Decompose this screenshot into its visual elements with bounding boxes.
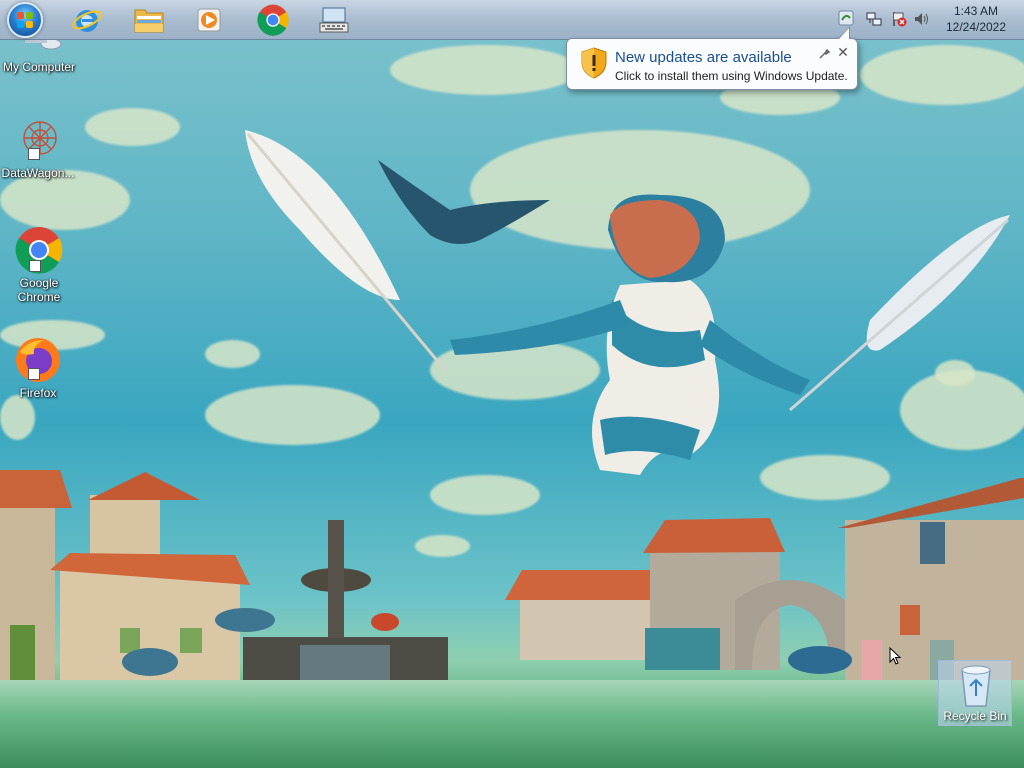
desktop-icon-label: DataWagon... [1, 166, 75, 180]
clock-time: 1:43 AM [953, 4, 999, 18]
tray-volume[interactable] [914, 11, 930, 27]
clock-date: 12/24/2022 [945, 20, 1007, 34]
action-center-icon [893, 12, 907, 27]
taskbar-clock[interactable]: 1:43 AM 12/24/2022 [936, 3, 1016, 35]
notification-body: Click to install them using Windows Upda… [615, 69, 848, 83]
notification-title: New updates are available [615, 49, 792, 66]
close-icon[interactable]: ✕ [835, 44, 851, 60]
shortcut-arrow-icon [28, 148, 40, 160]
desktop-icon-label: My Computer [2, 60, 76, 74]
tray-action-center[interactable] [891, 11, 907, 27]
desktop-icon-label: Firefox [19, 386, 57, 400]
internet-explorer-icon [72, 10, 102, 32]
windows-flag-icon [17, 12, 33, 28]
desktop-icon-label: Google Chrome [17, 276, 61, 304]
wrench-icon[interactable] [817, 47, 831, 61]
shortcut-arrow-icon [29, 260, 41, 272]
folder-icon [134, 9, 164, 33]
desktop-wallpaper [0, 0, 1024, 768]
update-notification[interactable]: New updates are available Click to insta… [566, 38, 858, 90]
desktop-icon-firefox[interactable]: Firefox [0, 336, 76, 400]
computer-icon [25, 38, 62, 50]
shortcut-arrow-icon [28, 368, 40, 380]
volume-icon [915, 13, 928, 25]
desktop-icon-datawagon[interactable]: DataWagon... [0, 116, 76, 180]
desktop-icon-google-chrome[interactable]: Google Chrome [1, 226, 77, 304]
notification-tail-fill [839, 28, 849, 39]
network-icon [866, 12, 882, 26]
desktop-icon-label: Recycle Bin [943, 709, 1007, 723]
desktop-icon-my-computer[interactable]: My Computer [1, 38, 77, 74]
mouse-cursor-icon [889, 647, 901, 665]
windows-update-icon [838, 10, 854, 26]
taskbar-file-explorer[interactable] [130, 3, 168, 37]
shield-warning-icon [581, 47, 607, 79]
chrome-icon [257, 4, 289, 36]
start-button[interactable] [7, 2, 43, 38]
desktop-icon-recycle-bin[interactable]: Recycle Bin [938, 660, 1012, 726]
tray-network[interactable] [866, 11, 882, 27]
taskbar-media-player[interactable] [190, 3, 228, 37]
tray-windows-update[interactable] [838, 10, 854, 26]
taskbar-on-screen-keyboard[interactable] [315, 3, 353, 37]
recycle-bin-icon [961, 665, 991, 707]
media-player-icon [197, 8, 221, 32]
taskbar: 1:43 AM 12/24/2022 [0, 0, 1024, 40]
wallpaper-illustration [0, 130, 1024, 695]
taskbar-internet-explorer[interactable] [68, 3, 106, 37]
taskbar-google-chrome[interactable] [254, 3, 292, 37]
keyboard-icon [319, 7, 349, 33]
